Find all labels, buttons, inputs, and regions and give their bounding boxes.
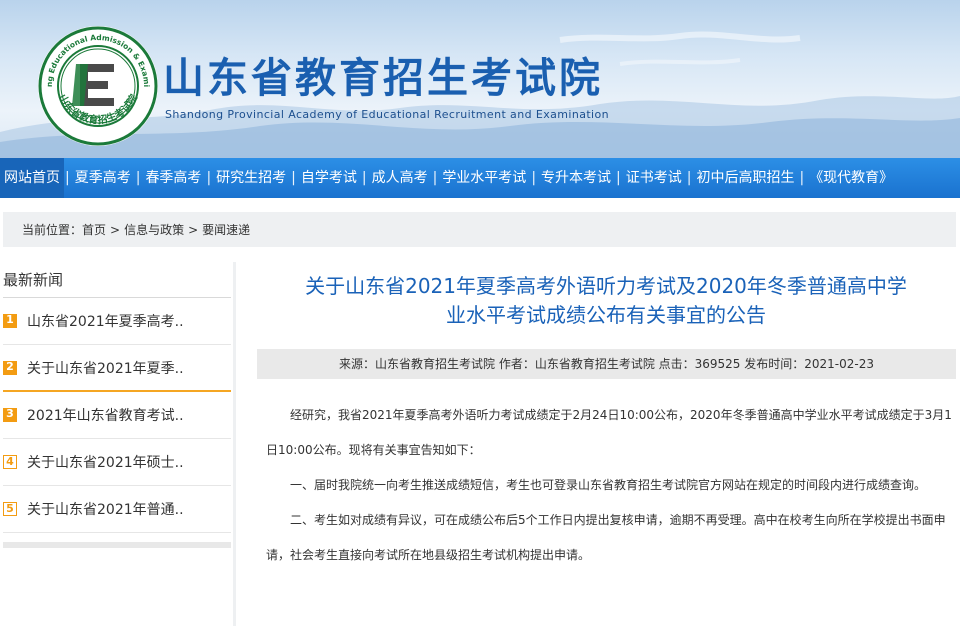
nav-spring-gaokao[interactable]: 春季高考 — [141, 158, 205, 198]
nav-home[interactable]: 网站首页 — [0, 158, 64, 198]
breadcrumb-separator: > — [110, 222, 121, 237]
sidebar-footer-bar — [3, 542, 231, 548]
nav-separator: | — [135, 170, 141, 186]
nav-separator: | — [531, 170, 537, 186]
article-title-line: 关于山东省2021年夏季高考外语听力考试及2020年冬季普通高中学 — [305, 274, 907, 298]
nav-separator: | — [616, 170, 621, 186]
breadcrumb: 当前位置： 首页 > 信息与政策 > 要闻速递 — [3, 212, 956, 247]
sidebar-news-item[interactable]: 4 关于山东省2021年硕士.. — [3, 439, 231, 486]
nav-upgrade-exam[interactable]: 专升本考试 — [537, 158, 615, 198]
nav-separator: | — [291, 170, 296, 186]
sidebar-news-item[interactable]: 5 关于山东省2021年普通.. — [3, 486, 231, 533]
nav-graduate-exam[interactable]: 研究生招考 — [212, 158, 290, 198]
breadcrumb-info-policy[interactable]: 信息与政策 — [124, 221, 184, 238]
nav-vocational-admission[interactable]: 初中后高职招生 — [692, 158, 798, 198]
site-subtitle: Shandong Provincial Academy of Education… — [165, 108, 610, 121]
latest-news-sidebar: 最新新闻 1 山东省2021年夏季高考.. 2 关于山东省2021年夏季.. 3… — [3, 262, 231, 548]
breadcrumb-prefix: 当前位置： — [22, 223, 83, 237]
nav-separator: | — [799, 170, 805, 186]
sidebar-news-title[interactable]: 关于山东省2021年普通.. — [27, 499, 184, 519]
rank-badge: 2 — [3, 360, 17, 375]
sidebar-news-item[interactable]: 2 关于山东省2021年夏季.. — [3, 345, 231, 392]
header-banner: Shandong Educational Admission & Examina… — [0, 0, 960, 158]
article-title: 关于山东省2021年夏季高考外语听力考试及2020年冬季普通高中学 业水平考试成… — [256, 272, 956, 330]
sidebar-news-item[interactable]: 3 2021年山东省教育考试.. — [3, 392, 231, 439]
nav-separator: | — [206, 170, 212, 186]
nav-certificate-exam[interactable]: 证书考试 — [622, 158, 686, 198]
breadcrumb-news-express[interactable]: 要闻速递 — [202, 221, 250, 238]
rank-badge: 3 — [3, 408, 17, 422]
nav-summer-gaokao[interactable]: 夏季高考 — [71, 158, 135, 198]
nav-adult-gaokao[interactable]: 成人高考 — [368, 158, 432, 198]
breadcrumb-separator: > — [188, 222, 199, 237]
academy-logo[interactable]: Shandong Educational Admission & Examina… — [33, 17, 160, 148]
sidebar-news-title[interactable]: 2021年山东省教育考试.. — [27, 405, 184, 425]
article-title-line: 业水平考试成绩公布有关事宜的公告 — [446, 303, 766, 327]
main-nav: 网站首页 | 夏季高考 | 春季高考 | 研究生招考 | 自学考试 | 成人高考… — [0, 158, 960, 198]
article-paragraph: 二、考生如对成绩有异议，可在成绩公布后5个工作日内提出复核申请，逾期不再受理。高… — [266, 513, 946, 562]
article-paragraph: 经研究，我省2021年夏季高考外语听力考试成绩定于2月24日10:00公布，20… — [266, 408, 952, 457]
article: 关于山东省2021年夏季高考外语听力考试及2020年冬季普通高中学 业水平考试成… — [236, 262, 960, 626]
rank-badge: 5 — [3, 502, 17, 516]
sidebar-news-title[interactable]: 山东省2021年夏季高考.. — [27, 311, 184, 331]
article-paragraph: 一、届时我院统一向考生推送成绩短信，考生也可登录山东省教育招生考试院官方网站在规… — [290, 478, 927, 492]
sidebar-news-title[interactable]: 关于山东省2021年夏季.. — [27, 358, 184, 378]
site-title: 山东省教育招生考试院 — [163, 54, 603, 102]
rank-badge: 4 — [3, 455, 17, 469]
sidebar-news-title[interactable]: 关于山东省2021年硕士.. — [27, 452, 184, 472]
sidebar-title: 最新新闻 — [3, 262, 231, 298]
nav-self-study-exam[interactable]: 自学考试 — [297, 158, 361, 198]
breadcrumb-home[interactable]: 首页 — [82, 221, 106, 238]
article-body: 经研究，我省2021年夏季高考外语听力考试成绩定于2月24日10:00公布，20… — [266, 398, 956, 573]
sidebar-news-item[interactable]: 1 山东省2021年夏季高考.. — [3, 298, 231, 345]
rank-badge: 1 — [3, 314, 17, 328]
nav-academic-level-exam[interactable]: 学业水平考试 — [438, 158, 530, 198]
nav-separator: | — [361, 170, 367, 186]
nav-separator: | — [65, 170, 70, 186]
nav-separator: | — [432, 170, 438, 186]
article-meta: 来源：山东省教育招生考试院 作者：山东省教育招生考试院 点击：369525 发布… — [257, 349, 956, 379]
nav-separator: | — [686, 170, 692, 186]
nav-modern-education[interactable]: 《现代教育》 — [805, 158, 897, 198]
